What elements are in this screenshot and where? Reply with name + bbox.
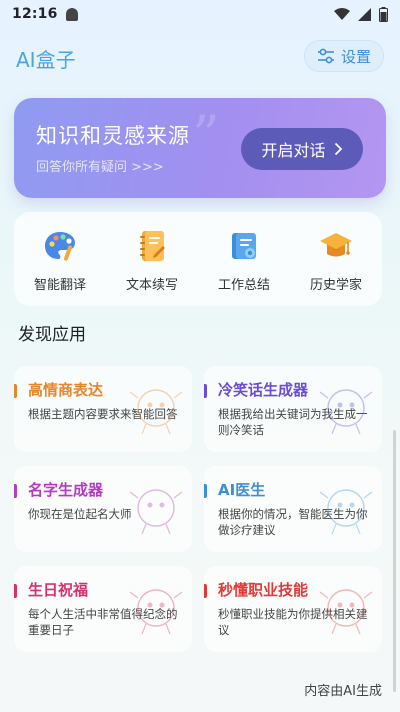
notebook-icon (140, 231, 165, 261)
tool-work-summary[interactable]: 工作总结 (202, 228, 286, 293)
app-name: 生日祝福 (28, 581, 89, 599)
tool-label: 历史学家 (309, 278, 362, 293)
app-name: AI医生 (218, 481, 266, 499)
section-title-discover: 发现应用 (18, 325, 86, 345)
app-card-eq-expression[interactable]: 高情商表达 根据主题内容要求来智能回答 (14, 366, 192, 452)
tool-label: 文本续写 (125, 278, 178, 293)
app-card-ai-doctor[interactable]: AI医生 根据你的情况，智能医生为你做诊疗建议 (204, 466, 382, 552)
card-accent-bar (204, 484, 207, 498)
app-card-birthday-wishes[interactable]: 生日祝福 每个人生活中非常值得纪念的重要日子 (14, 566, 192, 652)
tool-continue-writing[interactable]: 文本续写 (110, 228, 194, 293)
robot-decoration-icon (129, 489, 183, 535)
app-title: AI盒子 (16, 48, 76, 72)
card-accent-bar (204, 584, 207, 598)
banner-subtitle: 回答你所有疑问 >>> (36, 160, 164, 175)
app-name: 名字生成器 (28, 481, 104, 499)
app-card-career-skills[interactable]: 秒懂职业技能 秒懂职业技能为你提供相关建议 (204, 566, 382, 652)
app-name: 秒懂职业技能 (218, 581, 309, 599)
app-name: 冷笑话生成器 (218, 381, 309, 399)
sliders-icon (317, 48, 334, 64)
quick-tools: 智能翻译 文本续写 工作总结 历史学家 (14, 212, 382, 306)
quote-mark-decoration: ” (192, 104, 220, 167)
banner-title: 知识和灵感来源 (36, 124, 190, 148)
status-bar: 12:16 (0, 0, 400, 28)
notification-icon (65, 7, 78, 21)
chevron-right-icon (334, 142, 342, 156)
settings-button[interactable]: 设置 (304, 40, 384, 72)
app-card-name-generator[interactable]: 名字生成器 你现在是位起名大师 (14, 466, 192, 552)
status-time: 12:16 (12, 6, 58, 22)
app-name: 高情商表达 (28, 381, 104, 399)
graduation-cap-icon (320, 233, 352, 257)
robot-decoration-icon (319, 589, 373, 635)
start-chat-label: 开启对话 (261, 141, 326, 160)
robot-decoration-icon (129, 389, 183, 435)
signal-icon (358, 7, 371, 21)
app-card-cold-joke[interactable]: 冷笑话生成器 根据我给出关键词为我生成一则冷笑话 (204, 366, 382, 452)
hero-banner[interactable]: ” 知识和灵感来源 回答你所有疑问 >>> 开启对话 (14, 98, 386, 198)
settings-label: 设置 (340, 47, 371, 66)
tool-historian[interactable]: 历史学家 (294, 228, 378, 293)
header: AI盒子 设置 (0, 40, 400, 76)
robot-decoration-icon (319, 489, 373, 535)
card-accent-bar (14, 384, 17, 398)
card-accent-bar (204, 384, 207, 398)
tool-label: 智能翻译 (33, 278, 86, 293)
status-icons (334, 6, 388, 22)
wifi-icon (334, 7, 350, 20)
robot-decoration-icon (129, 589, 183, 635)
battery-icon (379, 6, 388, 22)
tool-label: 工作总结 (217, 278, 270, 293)
tool-translate[interactable]: 智能翻译 (18, 228, 102, 293)
scrollbar[interactable] (393, 430, 396, 692)
card-accent-bar (14, 484, 17, 498)
palette-icon (45, 232, 75, 261)
card-accent-bar (14, 584, 17, 598)
robot-decoration-icon (319, 389, 373, 435)
ai-generated-note: 内容由AI生成 (304, 684, 382, 699)
scroll-icon (232, 233, 256, 259)
start-chat-button[interactable]: 开启对话 (241, 128, 363, 170)
